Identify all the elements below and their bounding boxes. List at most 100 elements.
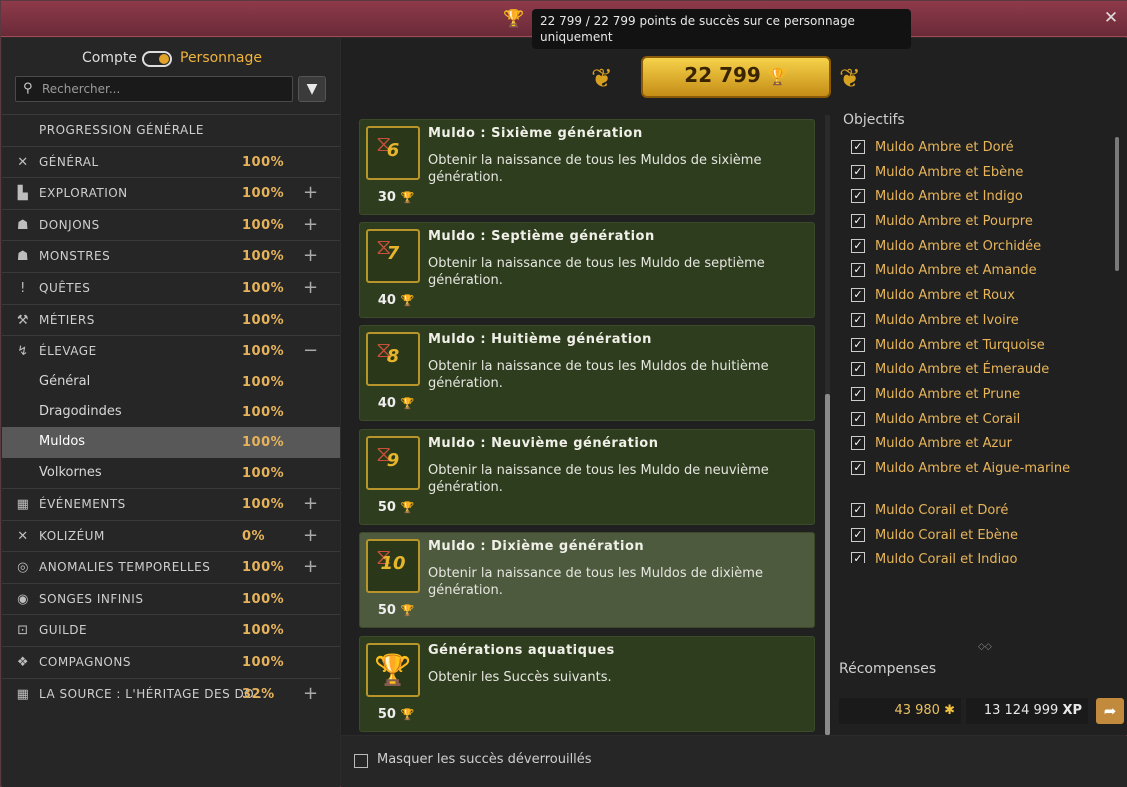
objective-label[interactable]: Muldo Ambre et Indigo: [875, 188, 1095, 205]
share-button[interactable]: ➦: [1096, 698, 1124, 724]
objective-label[interactable]: Muldo Ambre et Turquoise: [875, 337, 1095, 354]
achievement-title: Muldo : Neuvième génération: [428, 436, 659, 451]
category-icon: ❖: [16, 654, 30, 670]
category-item[interactable]: ▦ LA SOURCE : L'HÉRITAGE DES DO... 32% +: [2, 677, 340, 710]
objective-checkbox[interactable]: ✓: [851, 527, 865, 542]
objective-label[interactable]: Muldo Ambre et Ebène: [875, 164, 1095, 181]
achievement-card[interactable]: 🏆 Générations aquatiques Obtenir les Suc…: [359, 636, 815, 732]
hide-unlocked-label[interactable]: Masquer les succès déverrouillés: [377, 752, 592, 767]
subcategory-item[interactable]: Dragodindes 100%: [2, 397, 340, 427]
objective-label[interactable]: Muldo Ambre et Pourpre: [875, 213, 1095, 230]
category-item[interactable]: ✕ GÉNÉRAL 100%: [2, 145, 340, 178]
objective-label[interactable]: Muldo Ambre et Aigue-marine: [875, 460, 1095, 477]
achievement-card[interactable]: ⧖ 7 Muldo : Septième génération Obtenir l…: [359, 222, 815, 318]
resize-handle-icon[interactable]: ◇◇: [978, 642, 992, 652]
expand-toggle-icon[interactable]: −: [303, 340, 319, 361]
category-percent: 32%: [242, 686, 275, 702]
objective-label[interactable]: Muldo Corail et Ebène: [875, 527, 1095, 544]
achievement-card[interactable]: ⧖ 10 Muldo : Dixième génération Obtenir l…: [359, 532, 815, 628]
objective-checkbox[interactable]: ✓: [851, 263, 865, 278]
objective-checkbox[interactable]: ✓: [851, 312, 865, 327]
objective-checkbox[interactable]: ✓: [851, 362, 865, 377]
toggle-label-account[interactable]: Compte: [82, 50, 137, 66]
objective-checkbox[interactable]: ✓: [851, 288, 865, 303]
objective-checkbox[interactable]: ✓: [851, 214, 865, 229]
objective-label[interactable]: Muldo Ambre et Corail: [875, 411, 1095, 428]
expand-toggle-icon[interactable]: +: [303, 245, 319, 266]
category-item[interactable]: ! QUÊTES 100% +: [2, 271, 340, 304]
subcategory-item[interactable]: Volkornes 100%: [2, 458, 340, 488]
objective-label[interactable]: Muldo Ambre et Doré: [875, 139, 1095, 156]
expand-toggle-icon[interactable]: +: [303, 556, 319, 577]
switch-knob: [159, 54, 169, 64]
objective-checkbox[interactable]: ✓: [851, 386, 865, 401]
objective-checkbox[interactable]: ✓: [851, 502, 865, 517]
category-item[interactable]: ☗ MONSTRES 100% +: [2, 240, 340, 272]
objective-label[interactable]: Muldo Ambre et Amande: [875, 262, 1095, 279]
objective-checkbox[interactable]: ✓: [851, 411, 865, 426]
category-percent: 100%: [242, 623, 285, 639]
score-number: 22 799: [684, 63, 761, 87]
objective-checkbox[interactable]: ✓: [851, 460, 865, 475]
objective-label[interactable]: Muldo Ambre et Orchidée: [875, 238, 1095, 255]
category-item[interactable]: ⚒ MÉTIERS 100%: [2, 303, 340, 336]
objective-checkbox[interactable]: ✓: [851, 189, 865, 204]
trophy-icon: 🏆: [767, 67, 788, 86]
filter-button[interactable]: ▼: [298, 76, 326, 102]
category-item[interactable]: ⊡ GUILDE 100%: [2, 614, 340, 646]
objective-label[interactable]: Muldo Ambre et Azur: [875, 435, 1095, 452]
score-banner: ❦ 22 799 🏆 ❦: [591, 46, 891, 106]
subcategory-item[interactable]: Général 100%: [2, 367, 340, 397]
objective-checkbox[interactable]: ✓: [851, 436, 865, 451]
achievement-badge: ⧖ 8: [366, 332, 420, 386]
category-item[interactable]: PROGRESSION GÉNÉRALE: [2, 114, 340, 146]
objectives-scrollbar[interactable]: [1115, 137, 1119, 271]
category-item[interactable]: ◎ ANOMALIES TEMPORELLES 100% +: [2, 551, 340, 583]
objective-checkbox[interactable]: ✓: [851, 337, 865, 352]
objective-item: ✓ Muldo Ambre et Azur: [847, 433, 1117, 458]
objective-label[interactable]: Muldo Ambre et Prune: [875, 386, 1095, 403]
close-button[interactable]: ✕: [1102, 8, 1120, 28]
objective-label[interactable]: Muldo Ambre et Émeraude: [875, 361, 1095, 378]
category-label: Volkornes: [39, 464, 102, 480]
category-item[interactable]: ▙ EXPLORATION 100% +: [2, 177, 340, 209]
achievement-card[interactable]: ⧖ 8 Muldo : Huitième génération Obtenir l…: [359, 325, 815, 421]
objective-checkbox[interactable]: ✓: [851, 552, 865, 563]
achievement-card[interactable]: ⧖ 6 Muldo : Sixième génération Obtenir la…: [359, 119, 815, 215]
objective-label[interactable]: Muldo Corail et Doré: [875, 502, 1095, 519]
category-item[interactable]: ▦ ÉVÉNEMENTS 100% +: [2, 487, 340, 520]
category-item[interactable]: ↯ ÉLEVAGE 100% −: [2, 335, 340, 367]
achievement-card[interactable]: ⧖ 9 Muldo : Neuvième génération Obtenir l…: [359, 429, 815, 525]
expand-toggle-icon[interactable]: +: [303, 493, 319, 514]
category-percent: 100%: [242, 280, 285, 296]
ornament-right-icon: ❦: [839, 64, 861, 94]
expand-toggle-icon[interactable]: +: [303, 182, 319, 203]
category-icon: ✕: [17, 528, 29, 544]
objective-label[interactable]: Muldo Ambre et Ivoire: [875, 312, 1095, 329]
expand-toggle-icon[interactable]: +: [303, 214, 319, 235]
category-label: SONGES INFINIS: [39, 591, 144, 606]
subcategory-item[interactable]: Muldos 100%: [2, 427, 340, 458]
category-item[interactable]: ✕ KOLIZÉUM 0% +: [2, 519, 340, 552]
expand-toggle-icon[interactable]: +: [303, 525, 319, 546]
category-label: ÉLEVAGE: [39, 344, 97, 359]
objective-checkbox[interactable]: ✓: [851, 164, 865, 179]
objective-checkbox[interactable]: ✓: [851, 238, 865, 253]
category-label: COMPAGNONS: [39, 654, 131, 669]
category-item[interactable]: ☗ DONJONS 100% +: [2, 208, 340, 241]
objective-checkbox[interactable]: ✓: [851, 140, 865, 154]
category-item[interactable]: ❖ COMPAGNONS 100%: [2, 645, 340, 678]
objective-label[interactable]: Muldo Corail et Indigo: [875, 551, 1095, 563]
category-percent: 100%: [242, 435, 285, 451]
achievement-description: Obtenir les Succès suivants.: [428, 670, 612, 685]
toggle-label-character[interactable]: Personnage: [180, 50, 262, 66]
search-input[interactable]: [42, 80, 287, 98]
hide-unlocked-checkbox[interactable]: [354, 754, 368, 768]
category-item[interactable]: ◉ SONGES INFINIS 100%: [2, 582, 340, 615]
expand-toggle-icon[interactable]: +: [303, 277, 319, 298]
achievement-scrollbar-thumb[interactable]: [825, 394, 830, 735]
achievement-title: Générations aquatiques: [428, 643, 615, 658]
expand-toggle-icon[interactable]: +: [303, 683, 319, 704]
objective-label[interactable]: Muldo Ambre et Roux: [875, 287, 1095, 304]
account-character-switch[interactable]: [142, 51, 172, 67]
